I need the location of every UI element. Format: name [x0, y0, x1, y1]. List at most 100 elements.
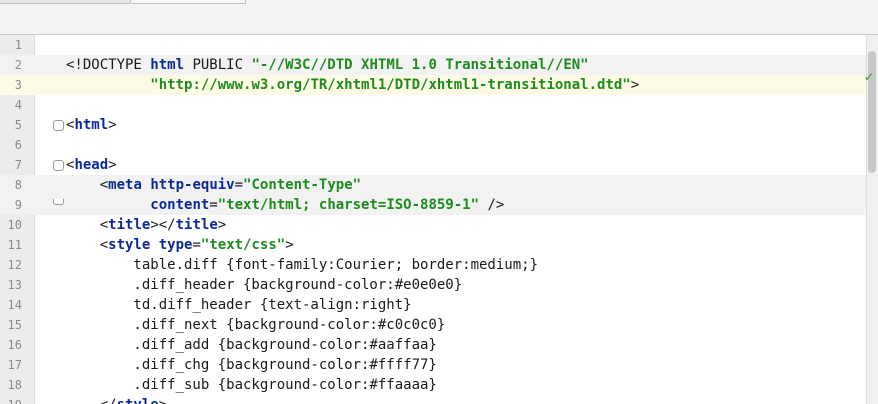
line-number: 12	[7, 258, 22, 272]
code-text: <title></title>	[66, 215, 227, 235]
code-token: .diff_header {background-color:#e0e0e0}	[66, 277, 463, 293]
line-number: 2	[14, 58, 22, 72]
code-token: <!DOCTYPE	[66, 57, 151, 73]
code-token: style	[108, 237, 151, 253]
code-token: "text/html; charset=ISO-8859-1"	[217, 197, 480, 213]
code-line[interactable]: 3 "http://www.w3.org/TR/xhtml1/DTD/xhtml…	[0, 75, 866, 95]
code-line[interactable]: 19 </style>	[0, 395, 866, 404]
line-number: 5	[14, 118, 22, 132]
line-number: 14	[7, 298, 22, 312]
editor-tab-active[interactable]	[0, 0, 131, 4]
code-text: <head>	[66, 155, 117, 175]
code-line[interactable]: 10 <title></title>	[0, 215, 866, 235]
line-number: 18	[7, 378, 22, 392]
code-token: content	[150, 197, 210, 213]
line-number: 6	[14, 138, 22, 152]
code-token: =	[209, 197, 218, 213]
code-token: style	[117, 397, 159, 404]
code-line[interactable]: 15 .diff_next {background-color:#c0c0c0}	[0, 315, 866, 335]
code-text: .diff_header {background-color:#e0e0e0}	[66, 275, 462, 295]
code-token: >	[108, 117, 117, 133]
code-line[interactable]: 4	[0, 95, 866, 115]
code-token: html	[74, 117, 109, 133]
code-token: "-//W3C//DTD XHTML 1.0 Transitional//EN"	[251, 57, 589, 73]
fold-toggle-icon[interactable]	[53, 120, 64, 131]
line-number: 1	[14, 38, 22, 52]
code-token: >	[159, 397, 167, 404]
code-token: title	[175, 217, 218, 233]
code-token: .diff_chg {background-color:#ffff77}	[66, 357, 437, 373]
code-text: .diff_sub {background-color:#ffaaaa}	[66, 375, 436, 395]
code-line[interactable]: 16 .diff_add {background-color:#aaffaa}	[0, 335, 866, 355]
code-token: head	[74, 157, 109, 173]
code-token: ></	[150, 217, 176, 233]
line-number: 16	[7, 338, 22, 352]
code-line[interactable]: 14 td.diff_header {text-align:right}	[0, 295, 866, 315]
code-token: =	[192, 237, 201, 253]
code-line[interactable]: 6	[0, 135, 866, 155]
line-number: 10	[7, 218, 22, 232]
code-token: >	[217, 217, 227, 233]
code-text: </style>	[66, 395, 167, 404]
code-line[interactable]: 8 <meta http-equiv="Content-Type"	[0, 175, 866, 195]
code-token: type	[158, 237, 193, 253]
line-number: 9	[14, 198, 22, 212]
code-token: http-equiv	[150, 177, 235, 193]
code-text: td.diff_header {text-align:right}	[66, 295, 412, 315]
code-line[interactable]: 9 content="text/html; charset=ISO-8859-1…	[0, 195, 866, 215]
code-token: html	[150, 57, 185, 73]
code-token: meta	[108, 177, 142, 193]
code-text: content="text/html; charset=ISO-8859-1" …	[66, 195, 504, 215]
code-token: >	[630, 77, 640, 93]
line-number: 17	[7, 358, 22, 372]
code-token: table.diff {font-family:Courier; border:…	[66, 257, 539, 273]
line-number: 19	[0, 395, 22, 404]
line-number: 8	[14, 178, 22, 192]
code-text: table.diff {font-family:Courier; border:…	[66, 255, 538, 275]
code-token: .diff_add {background-color:#aaffaa}	[66, 337, 437, 353]
code-line[interactable]: 11 <style type="text/css">	[0, 235, 866, 255]
code-text: <meta http-equiv="Content-Type"	[66, 175, 361, 195]
fold-end-icon	[53, 199, 64, 205]
code-token: >	[108, 157, 117, 173]
code-line[interactable]: 7 <head>	[0, 155, 866, 175]
editor-tab[interactable]	[132, 0, 246, 4]
code-text: "http://www.w3.org/TR/xhtml1/DTD/xhtml1-…	[66, 75, 639, 95]
code-line[interactable]: 12 table.diff {font-family:Courier; bord…	[0, 255, 866, 275]
code-line[interactable]: 1	[0, 35, 866, 55]
tab-strip	[0, 0, 878, 35]
line-number: 11	[7, 238, 22, 252]
code-text: .diff_next {background-color:#c0c0c0}	[66, 315, 445, 335]
editor-window: 1 2 <!DOCTYPE html PUBLIC "-//W3C//DTD XHT…	[0, 0, 878, 404]
code-token: .diff_next {background-color:#c0c0c0}	[66, 317, 446, 333]
code-text: .diff_chg {background-color:#ffff77}	[66, 355, 437, 375]
code-token: td.diff_header {text-align:right}	[66, 297, 412, 313]
code-token: "Content-Type"	[243, 177, 362, 193]
line-number: 15	[7, 318, 22, 332]
line-number: 13	[7, 278, 22, 292]
code-token: "http://www.w3.org/TR/xhtml1/DTD/xhtml1-…	[150, 77, 631, 93]
fold-toggle-icon[interactable]	[53, 160, 64, 171]
code-text: <style type="text/css">	[66, 235, 294, 255]
code-token: title	[108, 217, 151, 233]
line-number: 3	[14, 78, 22, 92]
code-line[interactable]: 17 .diff_chg {background-color:#ffff77}	[0, 355, 866, 375]
code-token: <	[66, 237, 109, 253]
code-text: <!DOCTYPE html PUBLIC "-//W3C//DTD XHTML…	[66, 55, 589, 75]
code-editor[interactable]: 1 2 <!DOCTYPE html PUBLIC "-//W3C//DTD XHT…	[0, 35, 878, 404]
code-token: <	[66, 217, 109, 233]
code-line[interactable]: 2 <!DOCTYPE html PUBLIC "-//W3C//DTD XHTM…	[0, 55, 866, 75]
code-token: "text/css"	[200, 237, 286, 253]
line-number: 4	[14, 98, 22, 112]
code-token: />	[479, 197, 505, 213]
code-token: </	[66, 397, 117, 404]
code-text: <html>	[66, 115, 117, 135]
code-line[interactable]: 13 .diff_header {background-color:#e0e0e…	[0, 275, 866, 295]
line-number: 7	[14, 158, 22, 172]
code-line[interactable]: 5 <html>	[0, 115, 866, 135]
code-line[interactable]: 18 .diff_sub {background-color:#ffaaaa}	[0, 375, 866, 395]
code-token: =	[234, 177, 244, 193]
